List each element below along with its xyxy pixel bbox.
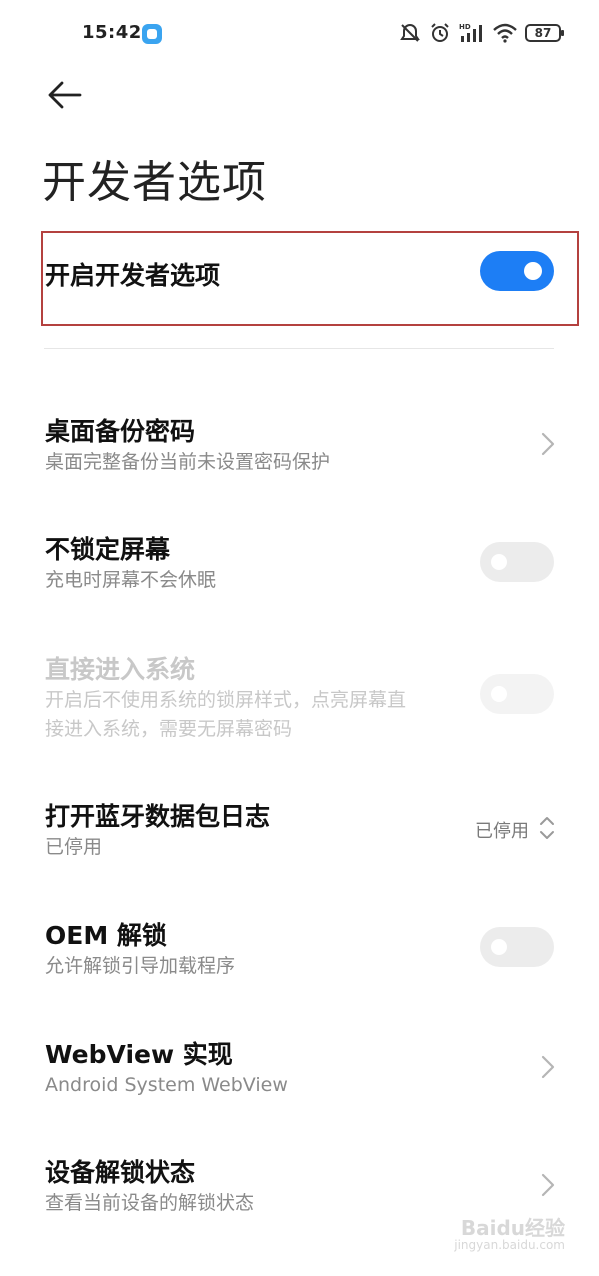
toggle-knob	[491, 686, 507, 702]
watermark-url: jingyan.baidu.com	[454, 1238, 565, 1252]
master-switch-toggle[interactable]	[480, 251, 554, 291]
item-subtitle: 查看当前设备的解锁状态	[45, 1192, 255, 1214]
app-notification-icon	[142, 24, 162, 44]
master-switch-row[interactable]: 开启开发者选项	[0, 250, 599, 300]
divider	[44, 348, 554, 349]
chevron-right-icon	[541, 1055, 555, 1079]
item-title: OEM 解锁	[45, 921, 167, 950]
svg-text:HD: HD	[459, 23, 471, 31]
list-item-bluetooth-hci-log[interactable]: 打开蓝牙数据包日志 已停用 已停用	[0, 795, 599, 865]
chevron-up-down-icon[interactable]	[539, 815, 555, 841]
item-title: 桌面备份密码	[45, 417, 196, 446]
signal-hd-icon: HD	[459, 23, 482, 42]
item-subtitle: 已停用	[45, 836, 103, 858]
item-subtitle: 桌面完整备份当前未设置密码保护	[45, 451, 331, 473]
alarm-icon	[431, 23, 449, 42]
page-title: 开发者选项	[42, 157, 267, 208]
item-subtitle: 允许解锁引导加载程序	[45, 955, 236, 977]
item-subtitle: 充电时屏幕不会休眠	[45, 569, 217, 591]
item-title: WebView 实现	[45, 1040, 233, 1069]
item-subtitle-line-1: 开启后不使用系统的锁屏样式，点亮屏幕直	[45, 689, 407, 711]
list-item-stay-awake[interactable]: 不锁定屏幕 充电时屏幕不会休眠	[0, 528, 599, 598]
oem-unlock-toggle[interactable]	[480, 927, 554, 967]
list-item-oem-unlock[interactable]: OEM 解锁 允许解锁引导加载程序	[0, 914, 599, 984]
item-title: 打开蓝牙数据包日志	[45, 802, 271, 831]
item-subtitle: Android System WebView	[45, 1074, 288, 1096]
list-item-direct-boot: 直接进入系统 开启后不使用系统的锁屏样式，点亮屏幕直 接进入系统，需要无屏幕密码	[0, 648, 599, 748]
back-arrow-icon[interactable]	[46, 80, 82, 110]
toggle-knob	[491, 939, 507, 955]
chevron-right-icon	[541, 432, 555, 456]
direct-boot-toggle	[480, 674, 554, 714]
status-time: 15:42	[82, 22, 142, 43]
status-bar: 15:42 HD 87	[0, 0, 599, 66]
status-icons: HD 87	[399, 20, 564, 46]
item-title: 不锁定屏幕	[45, 535, 171, 564]
item-title: 设备解锁状态	[45, 1158, 196, 1187]
list-item-desktop-backup-password[interactable]: 桌面备份密码 桌面完整备份当前未设置密码保护	[0, 410, 599, 480]
toggle-knob	[491, 554, 507, 570]
watermark: Baidu经验	[460, 1216, 565, 1240]
select-value[interactable]: 已停用	[475, 817, 529, 843]
item-title: 直接进入系统	[45, 655, 196, 684]
wifi-icon	[493, 23, 517, 43]
mute-icon	[400, 23, 420, 42]
list-item-webview-implementation[interactable]: WebView 实现 Android System WebView	[0, 1033, 599, 1103]
battery-icon: 87	[525, 24, 564, 42]
master-switch-label: 开启开发者选项	[45, 261, 221, 290]
list-item-device-unlock-status[interactable]: 设备解锁状态 查看当前设备的解锁状态	[0, 1151, 599, 1221]
toggle-knob	[524, 262, 542, 280]
stay-awake-toggle[interactable]	[480, 542, 554, 582]
chevron-right-icon	[541, 1173, 555, 1197]
item-subtitle-line-2: 接进入系统，需要无屏幕密码	[45, 718, 293, 740]
